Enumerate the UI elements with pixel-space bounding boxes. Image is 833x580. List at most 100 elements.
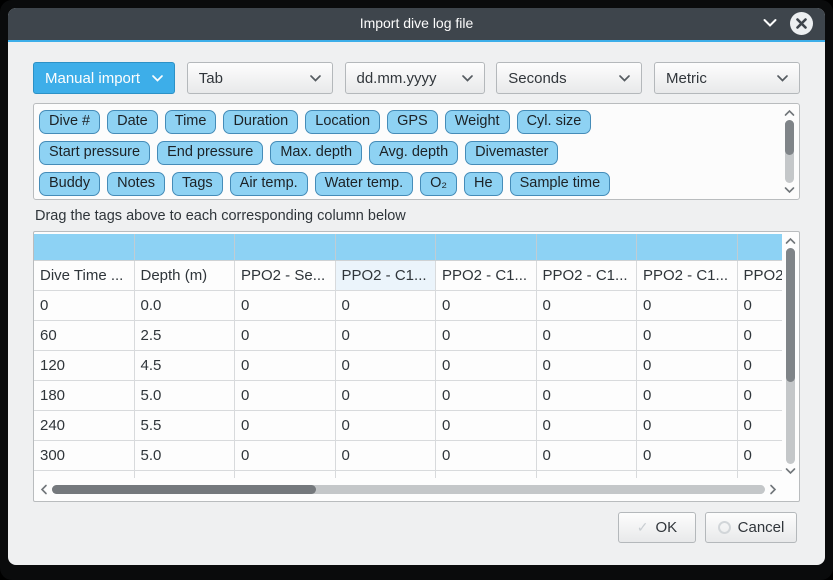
tag-divemaster[interactable]: Divemaster [465,141,558,165]
table-cell[interactable]: 0 [537,321,638,351]
scroll-down-icon[interactable] [785,464,796,478]
ok-button[interactable]: ✓ OK [618,512,696,543]
table-cell[interactable]: 0 [336,291,437,321]
tag-dive-number[interactable]: Dive # [39,110,100,134]
table-cell[interactable]: 5.0 [135,381,236,411]
tag-end-pressure[interactable]: End pressure [157,141,263,165]
table-cell[interactable]: 0 [436,411,537,441]
scrollbar-track[interactable] [786,248,795,464]
drop-target-cell[interactable] [637,234,738,261]
column-header[interactable]: PPO2 - C1... [336,261,437,291]
tag-o2[interactable]: O₂ [420,172,457,196]
table-cell[interactable]: 0 [436,381,537,411]
table-cell[interactable]: 0 [436,291,537,321]
table-cell[interactable]: 0 [336,351,437,381]
drop-target-cell[interactable] [235,234,336,261]
table-cell[interactable]: 0 [235,321,336,351]
table-cell[interactable]: 0 [637,321,738,351]
scrollbar-thumb[interactable] [786,248,795,382]
table-cell[interactable]: 0 [336,381,437,411]
tag-tags[interactable]: Tags [172,172,223,196]
tag-he[interactable]: He [464,172,503,196]
tag-max-depth[interactable]: Max. depth [270,141,362,165]
tag-water-temp[interactable]: Water temp. [315,172,413,196]
scroll-right-icon[interactable] [765,484,781,495]
drop-target-cell[interactable] [537,234,638,261]
tag-buddy[interactable]: Buddy [39,172,100,196]
table-cell[interactable]: 0 [637,441,738,471]
titlebar[interactable]: Import dive log file [8,8,825,42]
table-cell[interactable]: 0 [436,321,537,351]
table-cell[interactable]: 0 [436,351,537,381]
table-cell[interactable] [34,471,135,478]
table-cell[interactable]: 0 [235,411,336,441]
table-cell[interactable]: 0 [738,381,783,411]
table-cell[interactable]: 0 [537,381,638,411]
table-cell[interactable]: 0 [637,291,738,321]
tag-notes[interactable]: Notes [107,172,165,196]
tag-cyl-size[interactable]: Cyl. size [517,110,592,134]
table-cell[interactable]: 0 [336,411,437,441]
scrollbar-thumb[interactable] [52,485,316,494]
table-cell[interactable]: 0 [738,291,783,321]
table-cell[interactable] [738,471,783,478]
scroll-down-icon[interactable] [784,183,795,197]
table-cell[interactable]: 0 [235,381,336,411]
table-cell[interactable] [336,471,437,478]
column-header[interactable]: Depth (m) [135,261,236,291]
tag-air-temp[interactable]: Air temp. [230,172,308,196]
tag-start-pressure[interactable]: Start pressure [39,141,150,165]
tag-weight[interactable]: Weight [445,110,510,134]
column-header[interactable]: PPO2 - C1... [436,261,537,291]
scrollbar-track[interactable] [52,485,765,494]
table-cell[interactable]: 2.5 [135,321,236,351]
drop-target-cell[interactable] [336,234,437,261]
tag-date[interactable]: Date [107,110,158,134]
table-cell[interactable]: 0 [537,351,638,381]
table-cell[interactable]: 0 [537,411,638,441]
drop-target-cell[interactable] [135,234,236,261]
table-cell[interactable]: 300 [34,441,135,471]
table-cell[interactable]: 0 [235,291,336,321]
table-cell[interactable]: 0 [436,441,537,471]
table-cell[interactable] [436,471,537,478]
table-cell[interactable]: 0 [537,291,638,321]
cancel-button[interactable]: Cancel [705,512,797,543]
close-icon[interactable] [790,12,813,35]
tag-time[interactable]: Time [165,110,217,134]
shade-chevron-down-icon[interactable] [762,18,778,28]
scroll-up-icon[interactable] [784,106,795,120]
table-vertical-scrollbar[interactable] [783,234,798,478]
time-format-select[interactable]: Seconds [496,62,642,94]
table-cell[interactable]: 0 [738,321,783,351]
table-cell[interactable]: 0 [537,441,638,471]
table-cell[interactable]: 60 [34,321,135,351]
table-cell[interactable] [537,471,638,478]
tag-avg-depth[interactable]: Avg. depth [369,141,458,165]
table-cell[interactable]: 0 [738,441,783,471]
drop-target-cell[interactable] [34,234,135,261]
scroll-left-icon[interactable] [36,484,52,495]
column-header[interactable]: PPO2 - Se... [235,261,336,291]
tags-vertical-scrollbar[interactable] [782,106,797,197]
scrollbar-track[interactable] [785,120,794,183]
column-header[interactable]: PPO2 - C1... [537,261,638,291]
table-cell[interactable]: 0 [34,291,135,321]
table-horizontal-scrollbar[interactable] [36,480,781,499]
column-header[interactable]: Dive Time ... [34,261,135,291]
table-cell[interactable]: 180 [34,381,135,411]
drop-target-cell[interactable] [738,234,783,261]
table-cell[interactable]: 0 [637,411,738,441]
drop-target-cell[interactable] [436,234,537,261]
column-header[interactable]: PPO2 - C1... [637,261,738,291]
table-cell[interactable]: 0.0 [135,291,236,321]
table-cell[interactable]: 0 [637,351,738,381]
table-cell[interactable]: 0 [637,381,738,411]
table-cell[interactable]: 0 [336,441,437,471]
column-header[interactable]: PPO2 - C1... [738,261,783,291]
table-cell[interactable]: 0 [738,351,783,381]
table-cell[interactable] [637,471,738,478]
table-cell[interactable]: 0 [336,321,437,351]
scroll-up-icon[interactable] [785,234,796,248]
table-cell[interactable]: 5.5 [135,411,236,441]
